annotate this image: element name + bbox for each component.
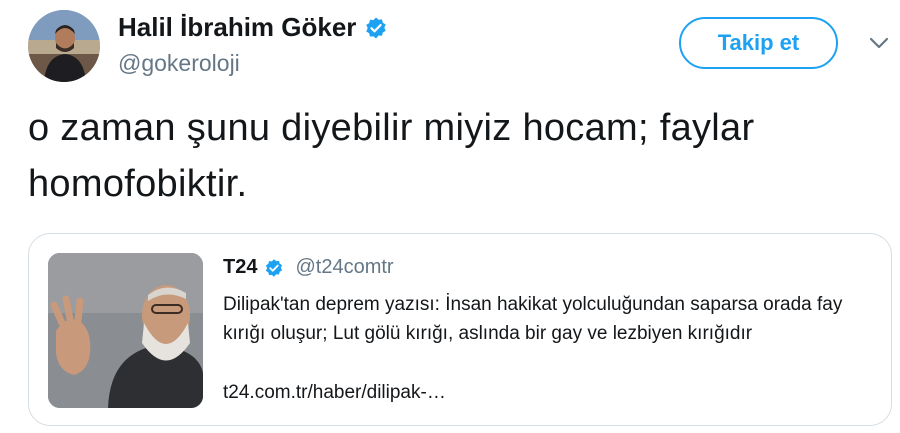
chevron-down-icon[interactable] (868, 36, 890, 50)
author-handle[interactable]: @gokeroloji (118, 50, 240, 77)
quoted-author-name[interactable]: T24 (223, 256, 257, 279)
author-name-row[interactable]: Halil İbrahim Göker (118, 12, 388, 43)
quoted-photo (48, 253, 203, 408)
quoted-author-handle[interactable]: @t24comtr (295, 256, 393, 279)
follow-button[interactable]: Takip et (679, 17, 838, 69)
author-name[interactable]: Halil İbrahim Göker (118, 12, 356, 43)
verified-badge-icon (366, 17, 387, 38)
quoted-tweet-card[interactable]: T24 @t24comtr Dilipak'tan deprem yazısı:… (28, 233, 892, 426)
author-avatar[interactable] (28, 10, 100, 82)
tweet-text: o zaman şunu diyebilir miyiz hocam; fayl… (28, 107, 755, 205)
verified-badge-icon (266, 258, 283, 277)
quoted-tweet-text: Dilipak'tan deprem yazısı: İnsan hakikat… (223, 294, 843, 344)
quoted-tweet-header: T24 @t24comtr (223, 256, 394, 279)
quoted-tweet-link[interactable]: t24.com.tr/haber/dilipak-… (223, 382, 446, 404)
quoted-tweet-image (48, 253, 203, 408)
avatar-photo (28, 10, 100, 82)
